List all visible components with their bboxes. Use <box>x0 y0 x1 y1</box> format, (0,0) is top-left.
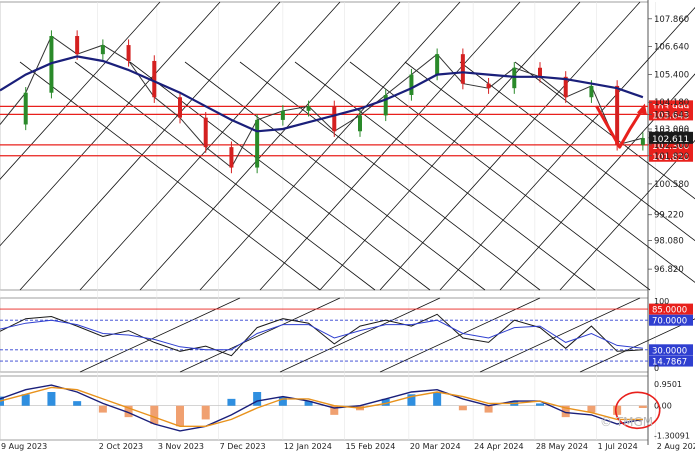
macd-axis-label-0: 0.9501 <box>654 380 682 389</box>
x-axis-label-8: 28 May 2024 <box>536 442 588 451</box>
price-tick-label-4: 103.643 <box>654 110 689 120</box>
macd-histogram-bar-1 <box>21 394 30 406</box>
candle-body-11 <box>280 110 285 120</box>
price-tick-label-13: 96.820 <box>654 265 684 275</box>
rsi-axis-label-1: 0 <box>654 364 659 373</box>
chart-svg: 103.999103.643102.300101.820107.860106.6… <box>0 0 695 455</box>
x-axis-label-5: 15 Feb 2024 <box>346 442 396 451</box>
x-axis-label-0: 9 Aug 2023 <box>1 442 47 451</box>
candle-body-4 <box>100 45 105 55</box>
rsi-axis-label-0: 100 <box>654 297 669 306</box>
macd-axis-label-2: -1.30091 <box>654 431 690 440</box>
x-axis-label-9: 1 Jul 2024 <box>598 442 638 451</box>
x-axis-label-7: 24 Apr 2024 <box>474 442 523 451</box>
x-axis-label-1: 2 Oct 2023 <box>99 442 143 451</box>
price-tick-label-12: 98.080 <box>654 237 684 247</box>
macd-histogram-bar-11 <box>278 396 287 406</box>
macd-histogram-bar-6 <box>150 405 159 424</box>
candle-body-18 <box>460 54 465 84</box>
candle-body-23 <box>589 85 594 98</box>
macd-histogram-bar-7 <box>176 405 184 427</box>
candle-body-7 <box>178 97 182 118</box>
candle-body-19 <box>486 83 491 89</box>
rsi-level-label-1: 70.0000 <box>652 317 687 327</box>
candle-body-9 <box>229 147 234 168</box>
macd-histogram-bar-4 <box>98 405 107 413</box>
candle-body-3 <box>75 36 80 55</box>
rsi-level-label-0: 85.0000 <box>652 306 687 316</box>
candle-body-1 <box>23 92 28 125</box>
price-tick-label-2: 105.400 <box>654 71 689 81</box>
macd-histogram-bar-10 <box>253 392 262 406</box>
x-axis-label-4: 12 Jan 2024 <box>284 442 332 451</box>
candle-body-24 <box>615 85 620 145</box>
x-axis-label-10: 2 Aug 2024 <box>657 442 695 451</box>
macd-histogram-bar-19 <box>484 405 493 413</box>
x-axis-label-6: 20 Mar 2024 <box>410 442 461 451</box>
macd-axis-label-1: 0.00 <box>654 402 672 411</box>
macd-histogram-bar-25 <box>638 405 647 408</box>
last-price-label: 102.611 <box>652 135 689 145</box>
macd-histogram-bar-24 <box>613 405 622 415</box>
macd-histogram-bar-18 <box>458 405 467 411</box>
x-axis-label-3: 7 Dec 2023 <box>220 442 266 451</box>
candle-body-6 <box>152 60 157 98</box>
chart-root: 103.999 103.643 102.300 101.820 107.860 106.6… <box>0 0 695 455</box>
price-tick-label-0: 107.860 <box>654 15 689 25</box>
rsi-level-label-2: 30.0000 <box>652 346 687 356</box>
candle-body-8 <box>203 117 208 148</box>
candle-body-21 <box>538 67 542 77</box>
macd-histogram-bar-21 <box>536 403 544 406</box>
candle-body-10 <box>255 119 260 168</box>
x-axis-label-2: 3 Nov 2023 <box>158 442 204 451</box>
price-tick-label-3: 104.180 <box>654 98 689 108</box>
macd-histogram-bar-8 <box>201 405 210 420</box>
candle-body-5 <box>126 45 131 61</box>
candle-body-14 <box>358 115 362 132</box>
candle-body-12 <box>306 106 311 111</box>
price-tick-label-11: 99.220 <box>654 211 684 221</box>
candle-body-25 <box>640 138 645 145</box>
price-tick-label-10: 100.580 <box>654 180 689 190</box>
price-tick-label-9: 101.820 <box>654 152 689 162</box>
candle-body-20 <box>512 67 517 89</box>
macd-histogram-bar-17 <box>433 392 442 406</box>
watermark-text: © TMGM <box>600 415 653 429</box>
macd-histogram-bar-3 <box>73 401 82 406</box>
macd-histogram-bar-2 <box>47 392 56 406</box>
price-tick-label-1: 106.640 <box>654 42 689 52</box>
candle-body-13 <box>332 106 337 132</box>
candle-body-16 <box>409 74 414 95</box>
macd-histogram-bar-9 <box>227 398 236 406</box>
candle-body-17 <box>435 54 440 75</box>
